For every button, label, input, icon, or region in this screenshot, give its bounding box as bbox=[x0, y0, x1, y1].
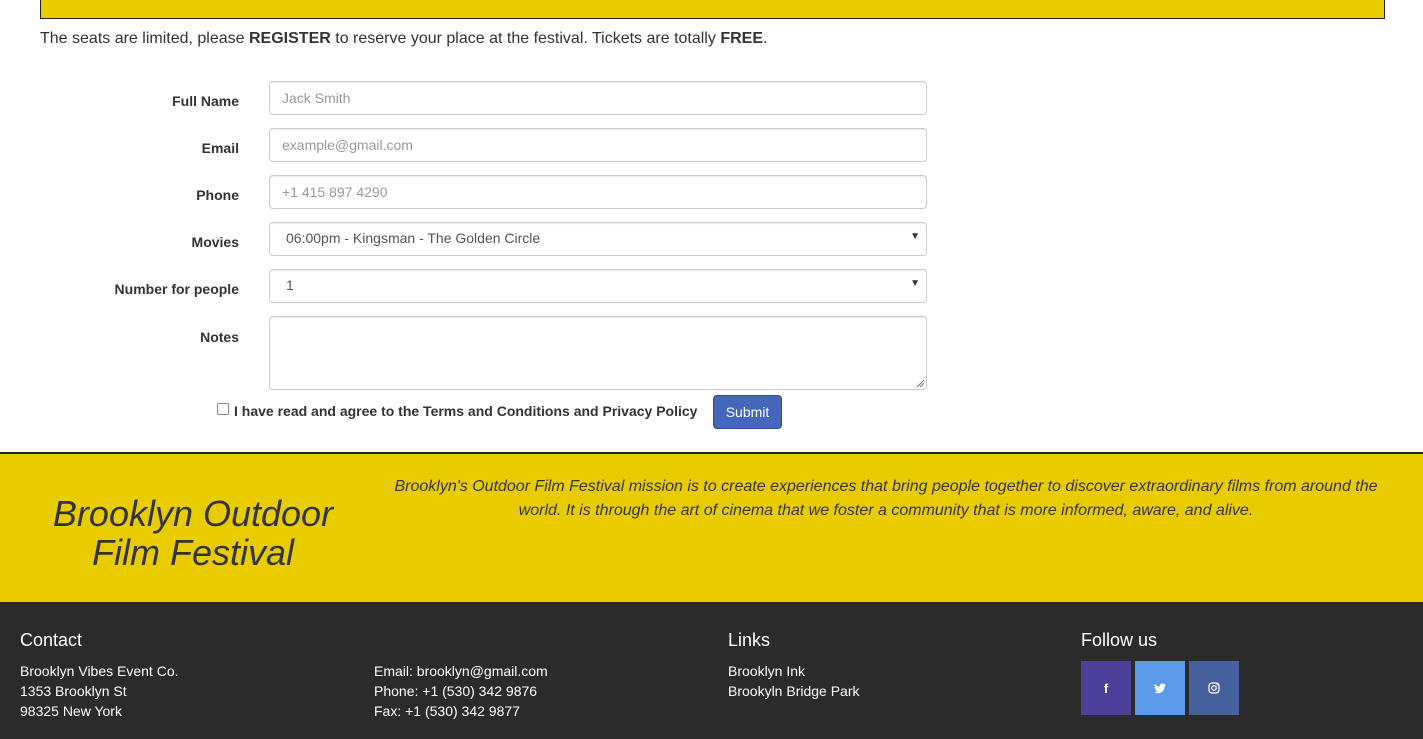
contact-city: 98325 New York bbox=[20, 703, 122, 719]
contact-email: Email: brooklyn@gmail.com bbox=[374, 663, 548, 679]
resize-grip-icon[interactable] bbox=[915, 378, 925, 388]
notes-textarea[interactable] bbox=[269, 316, 927, 390]
top-banner bbox=[40, 0, 1385, 19]
people-label: Number for people bbox=[114, 281, 239, 297]
follow-heading: Follow us bbox=[1081, 630, 1158, 650]
contact-phone: Phone: +1 (530) 342 9876 bbox=[374, 683, 538, 699]
full-name-label: Full Name bbox=[172, 93, 239, 109]
movies-label: Movies bbox=[191, 234, 239, 250]
agree-checkbox[interactable] bbox=[217, 403, 229, 415]
movies-select[interactable]: 06:00pm - Kingsman - The Golden Circle ▼ bbox=[269, 222, 927, 256]
agree-label[interactable]: I have read and agree to the Terms and C… bbox=[234, 403, 697, 419]
intro-text: The seats are limited, please REGISTER t… bbox=[40, 30, 768, 47]
full-name-input[interactable] bbox=[269, 81, 927, 115]
chevron-down-icon: ▼ bbox=[910, 231, 920, 242]
contact-heading: Contact bbox=[20, 630, 83, 650]
twitter-button[interactable] bbox=[1135, 661, 1185, 715]
phone-row: Phone bbox=[0, 175, 940, 209]
facebook-icon: f bbox=[1103, 680, 1109, 696]
contact-fax: Fax: +1 (530) 342 9877 bbox=[374, 703, 520, 719]
notes-label: Notes bbox=[200, 329, 239, 345]
notes-row: Notes bbox=[0, 316, 940, 390]
twitter-icon bbox=[1154, 683, 1166, 693]
phone-label: Phone bbox=[196, 187, 239, 203]
footer: Contact Brooklyn Vibes Event Co. 1353 Br… bbox=[0, 602, 1423, 739]
contact-street: 1353 Brooklyn St bbox=[20, 683, 127, 699]
links-heading: Links bbox=[728, 630, 771, 650]
email-input[interactable] bbox=[269, 128, 927, 162]
phone-input[interactable] bbox=[269, 175, 927, 209]
full-name-row: Full Name bbox=[0, 81, 940, 115]
facebook-button[interactable]: f bbox=[1081, 661, 1131, 715]
festival-title: Brooklyn Outdoor Film Festival bbox=[20, 494, 366, 572]
submit-button[interactable]: Submit bbox=[713, 395, 782, 429]
chevron-down-icon: ▼ bbox=[910, 278, 920, 289]
link-brooklyn-bridge-park[interactable]: Brookyln Bridge Park bbox=[728, 683, 860, 699]
link-brooklyn-ink[interactable]: Brooklyn Ink bbox=[728, 663, 805, 679]
people-selected-value: 1 bbox=[286, 277, 294, 293]
people-select[interactable]: 1 ▼ bbox=[269, 269, 927, 303]
mission-text: Brooklyn's Outdoor Film Festival mission… bbox=[394, 478, 1378, 519]
email-label: Email bbox=[201, 140, 239, 156]
instagram-button[interactable] bbox=[1189, 661, 1239, 715]
festival-title-line2: Film Festival bbox=[91, 532, 294, 573]
movies-row: Movies 06:00pm - Kingsman - The Golden C… bbox=[0, 222, 940, 256]
instagram-icon bbox=[1208, 682, 1220, 694]
contact-company: Brooklyn Vibes Event Co. bbox=[20, 663, 179, 679]
mission-band: Brooklyn Outdoor Film Festival Brooklyn'… bbox=[0, 452, 1423, 602]
people-row: Number for people 1 ▼ bbox=[0, 269, 940, 303]
festival-title-line1: Brooklyn Outdoor bbox=[52, 493, 334, 534]
movies-selected-value: 06:00pm - Kingsman - The Golden Circle bbox=[286, 230, 541, 246]
email-row: Email bbox=[0, 128, 940, 162]
